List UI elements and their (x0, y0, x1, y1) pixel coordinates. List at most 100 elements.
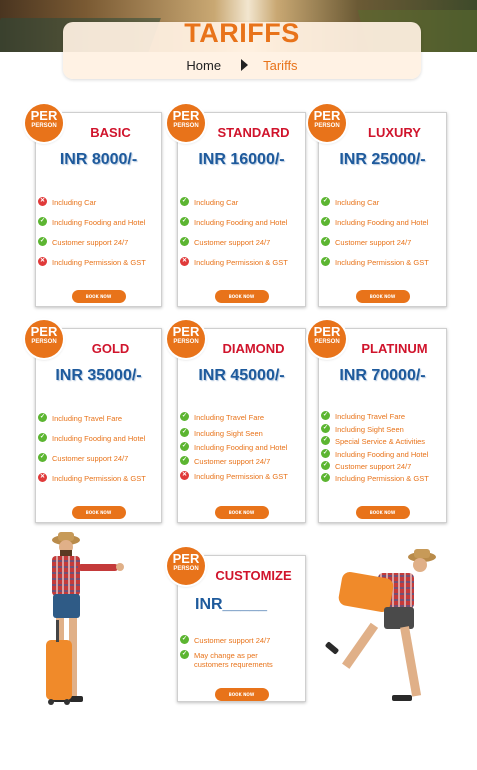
feature-label: Special Service & Activities (335, 437, 426, 446)
feature-label: Customer support 24/7 (335, 462, 412, 471)
cross-icon: ✕ (38, 257, 47, 266)
tariff-card-diamond: PER PERSON DIAMOND INR 45000/- ✓ Including Tr… (167, 320, 306, 523)
feature-label: Customer support 24/7 (335, 238, 412, 247)
tariff-card-basic: PER PERSON BASIC INR 8000/- ✕ Including Car ✓ I… (25, 104, 162, 307)
breadcrumb-current: Tariffs (263, 58, 298, 73)
feature-label: Including Sight Seen (335, 425, 404, 434)
plan-price: INR_____ (195, 596, 268, 613)
feature-label: Including Permission & GST (335, 258, 429, 267)
plan-price: INR 25000/- (339, 151, 426, 168)
feature-label: Including Fooding and Hotel (194, 218, 288, 227)
cross-icon: ✕ (38, 473, 47, 482)
feature-label: Customer support 24/7 (52, 454, 129, 463)
check-icon: ✓ (180, 412, 189, 421)
badge-line1: PER (172, 551, 200, 566)
badge-line2: PERSON (31, 123, 57, 129)
check-icon: ✓ (321, 197, 330, 206)
badge-line2: PERSON (31, 339, 57, 345)
per-person-badge: PER PERSON (308, 104, 346, 142)
title-banner: TARIFFS Home Tariffs (63, 18, 421, 79)
book-now-button[interactable]: BOOK NOW (214, 688, 269, 701)
plan-title: DIAMOND (222, 341, 285, 356)
breadcrumb-separator-icon (240, 59, 248, 71)
check-icon: ✓ (38, 453, 47, 462)
feature-label: Including Car (52, 198, 97, 207)
check-icon: ✓ (180, 217, 189, 226)
per-person-badge: PER PERSON (167, 547, 205, 585)
check-icon: ✓ (321, 449, 330, 458)
tariff-card-platinum: PER PERSON PLATINUM INR 70000/- ✓ Including T… (308, 320, 447, 523)
badge-line2: PERSON (173, 339, 199, 345)
book-now-button[interactable]: BOOK NOW (71, 290, 126, 303)
feature-label: Customer support 24/7 (194, 238, 271, 247)
per-person-badge: PER PERSON (167, 320, 205, 358)
feature-label: Customer support 24/7 (194, 457, 271, 466)
per-person-badge: PER PERSON (308, 320, 346, 358)
plan-price: INR 70000/- (339, 367, 426, 384)
feature-label: Including Fooding and Hotel (52, 434, 146, 443)
badge-line1: PER (313, 108, 341, 123)
feature-label: Including Permission & GST (194, 472, 288, 481)
running-traveler-image (325, 549, 436, 701)
book-now-button[interactable]: BOOK NOW (355, 290, 410, 303)
check-icon: ✓ (180, 650, 189, 659)
check-icon: ✓ (38, 433, 47, 442)
tariff-card-gold: PER PERSON GOLD INR 35000/- ✓ Including Trave… (25, 320, 162, 523)
feature-label: Including Travel Fare (52, 414, 123, 423)
check-icon: ✓ (38, 217, 47, 226)
plan-price: INR 16000/- (198, 151, 285, 168)
badge-line2: PERSON (173, 566, 199, 572)
breadcrumb: Home Tariffs (63, 58, 421, 73)
check-icon: ✓ (38, 413, 47, 422)
book-now-button[interactable]: BOOK NOW (71, 506, 126, 519)
badge-line1: PER (30, 108, 58, 123)
cross-icon: ✕ (180, 257, 189, 266)
feature-label: Including Permission & GST (194, 258, 288, 267)
check-icon: ✓ (180, 442, 189, 451)
check-icon: ✓ (180, 237, 189, 246)
plan-price: INR 35000/- (55, 367, 142, 384)
check-icon: ✓ (180, 635, 189, 644)
plan-title: CUSTOMIZE (215, 568, 292, 583)
plan-title: PLATINUM (361, 341, 428, 356)
feature-label: Customer support 24/7 (194, 636, 271, 645)
feature-label: Including Permission & GST (335, 474, 429, 483)
cross-icon: ✕ (180, 471, 189, 480)
tariff-card-luxury: PER PERSON LUXURY INR 25000/- ✓ Including Car… (308, 104, 447, 307)
check-icon: ✓ (321, 411, 330, 420)
cross-icon: ✕ (38, 197, 47, 206)
feature-label: Including Fooding and Hotel (335, 218, 429, 227)
badge-line1: PER (172, 108, 200, 123)
book-now-button[interactable]: BOOK NOW (214, 506, 269, 519)
badge-line1: PER (313, 324, 341, 339)
feature-label: Including Car (194, 198, 239, 207)
book-now-button[interactable]: BOOK NOW (214, 290, 269, 303)
page-title: TARIFFS (184, 18, 300, 48)
feature-label: Including Fooding and Hotel (52, 218, 146, 227)
badge-line2: PERSON (314, 339, 340, 345)
feature-label: Including Travel Fare (194, 413, 265, 422)
book-now-button[interactable]: BOOK NOW (355, 506, 410, 519)
tariff-card-customize: PER PERSON CUSTOMIZE INR_____ ✓ Customer supp… (167, 547, 306, 702)
breadcrumb-home-link[interactable]: Home (186, 58, 221, 73)
check-icon: ✓ (180, 428, 189, 437)
traveler-with-suitcase-image (46, 532, 124, 705)
check-icon: ✓ (321, 237, 330, 246)
plan-price: INR 8000/- (59, 151, 138, 168)
check-icon: ✓ (321, 217, 330, 226)
feature-label: Including Permission & GST (52, 474, 146, 483)
feature-label: Including Permission & GST (52, 258, 146, 267)
check-icon: ✓ (38, 237, 47, 246)
feature-label: Including Sight Seen (194, 429, 263, 438)
check-icon: ✓ (180, 197, 189, 206)
check-icon: ✓ (321, 436, 330, 445)
badge-line2: PERSON (314, 123, 340, 129)
feature-label: Including Fooding and Hotel (335, 450, 429, 459)
plan-title: STANDARD (217, 125, 290, 140)
per-person-badge: PER PERSON (25, 104, 63, 142)
feature-label: Including Travel Fare (335, 412, 406, 421)
check-icon: ✓ (321, 424, 330, 433)
feature-label: Customer support 24/7 (52, 238, 129, 247)
check-icon: ✓ (321, 461, 330, 470)
check-icon: ✓ (321, 257, 330, 266)
